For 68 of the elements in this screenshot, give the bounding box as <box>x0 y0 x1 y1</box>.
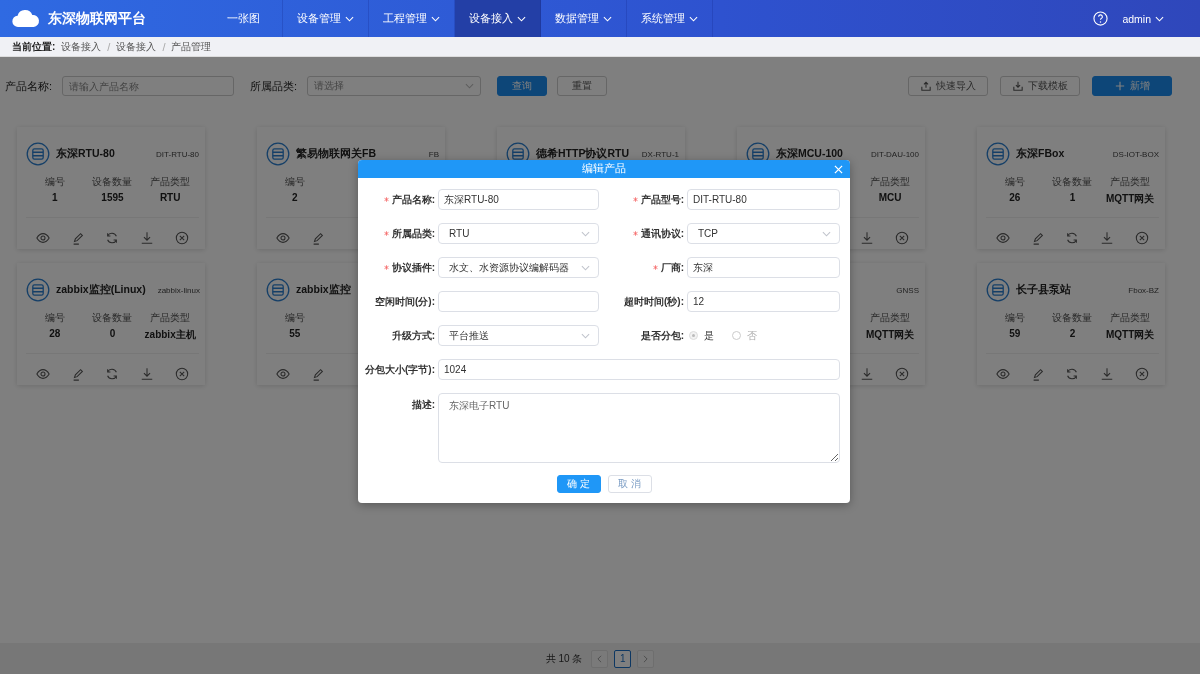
stat-label: 产品类型 <box>150 175 191 189</box>
product-code: DS-IOT-BOX <box>1112 149 1159 159</box>
field-label: 产品名称: <box>391 192 435 207</box>
field-label: 产品型号: <box>640 192 684 207</box>
stat-label: 产品类型 <box>1110 175 1151 189</box>
breadcrumb-separator: / <box>107 40 111 53</box>
stat-label: 设备数量 <box>92 175 133 189</box>
breadcrumb-separator: / <box>162 40 166 53</box>
stat-value: zabbix主机 <box>144 328 196 342</box>
stat-value: RTU <box>159 192 181 203</box>
product-name: zabbix监控 <box>296 283 351 297</box>
field-label: 升级方式: <box>391 328 435 343</box>
stat-value: MCU <box>878 192 902 203</box>
product-name: 东深RTU-80 <box>56 147 115 161</box>
stat-value: 1 <box>52 192 58 203</box>
product-name: 东深FBox <box>1016 147 1065 161</box>
product-code: DIT-DAU-100 <box>871 149 919 159</box>
stat-label: 编号 <box>44 311 65 325</box>
stat-value: 1595 <box>101 192 124 203</box>
filter-label: 产品名称: <box>5 78 53 94</box>
stat-label: 编号 <box>284 311 305 325</box>
stat-label: 编号 <box>44 175 65 189</box>
stat-label: 设备数量 <box>1052 175 1093 189</box>
product-code: GNSS <box>896 285 919 295</box>
stat-value: 59 <box>1009 328 1021 339</box>
product-name: 德希HTTP协议RTU <box>536 147 629 161</box>
stat-value: 1 <box>1069 192 1076 203</box>
field-label: 通讯协议: <box>640 226 684 241</box>
field-label: 分包大小(字节): <box>365 362 435 377</box>
field-label: 所属品类: <box>391 226 435 241</box>
stat-value: MQTT网关 <box>866 328 915 342</box>
stat-label: 编号 <box>1004 311 1025 325</box>
stat-value: MQTT网关 <box>1106 192 1155 206</box>
app-title: 东深物联网平台 <box>48 9 146 28</box>
stat-label: 编号 <box>1004 175 1025 189</box>
filter-label: 所属品类: <box>250 78 298 94</box>
stat-value: 2 <box>1069 328 1076 339</box>
total-count: 共 10 条 <box>545 651 583 666</box>
stat-label: 产品类型 <box>150 311 191 325</box>
dialog-title: 编辑产品 <box>582 162 626 176</box>
product-code: FB <box>428 149 439 159</box>
stat-value: 2 <box>292 192 298 203</box>
product-code: zabbix-linux <box>157 285 200 295</box>
stat-label: 产品类型 <box>870 311 911 325</box>
stat-value: 55 <box>289 328 301 339</box>
product-name: 东深MCU-100 <box>776 147 843 161</box>
stat-value: 26 <box>1009 192 1021 203</box>
product-code: Fbox-BZ <box>1128 285 1159 295</box>
stat-value: MQTT网关 <box>1106 328 1155 342</box>
field-label: 空闲时间(分): <box>375 294 435 309</box>
product-code: DX-RTU-1 <box>641 149 679 159</box>
stat-value: 28 <box>49 328 61 339</box>
product-name: zabbix监控(Linux) <box>56 283 146 297</box>
product-code: DIT-RTU-80 <box>156 149 199 159</box>
field-label: 厂商: <box>660 260 684 275</box>
breadcrumb-label: 当前位置: <box>12 39 56 54</box>
stat-label: 产品类型 <box>1110 311 1151 325</box>
field-label: 协议插件: <box>391 260 435 275</box>
stat-label: 设备数量 <box>92 311 133 325</box>
stat-label: 产品类型 <box>870 175 911 189</box>
field-label: 超时时间(秒): <box>624 294 684 309</box>
stat-label: 设备数量 <box>1052 311 1093 325</box>
stat-value: 0 <box>109 328 116 339</box>
product-name: 繁易物联网关FB <box>296 147 376 161</box>
product-name: 长子县泵站 <box>1016 283 1071 297</box>
field-label: 描述: <box>411 398 435 412</box>
stat-label: 编号 <box>284 175 305 189</box>
field-label: 是否分包: <box>640 328 684 343</box>
